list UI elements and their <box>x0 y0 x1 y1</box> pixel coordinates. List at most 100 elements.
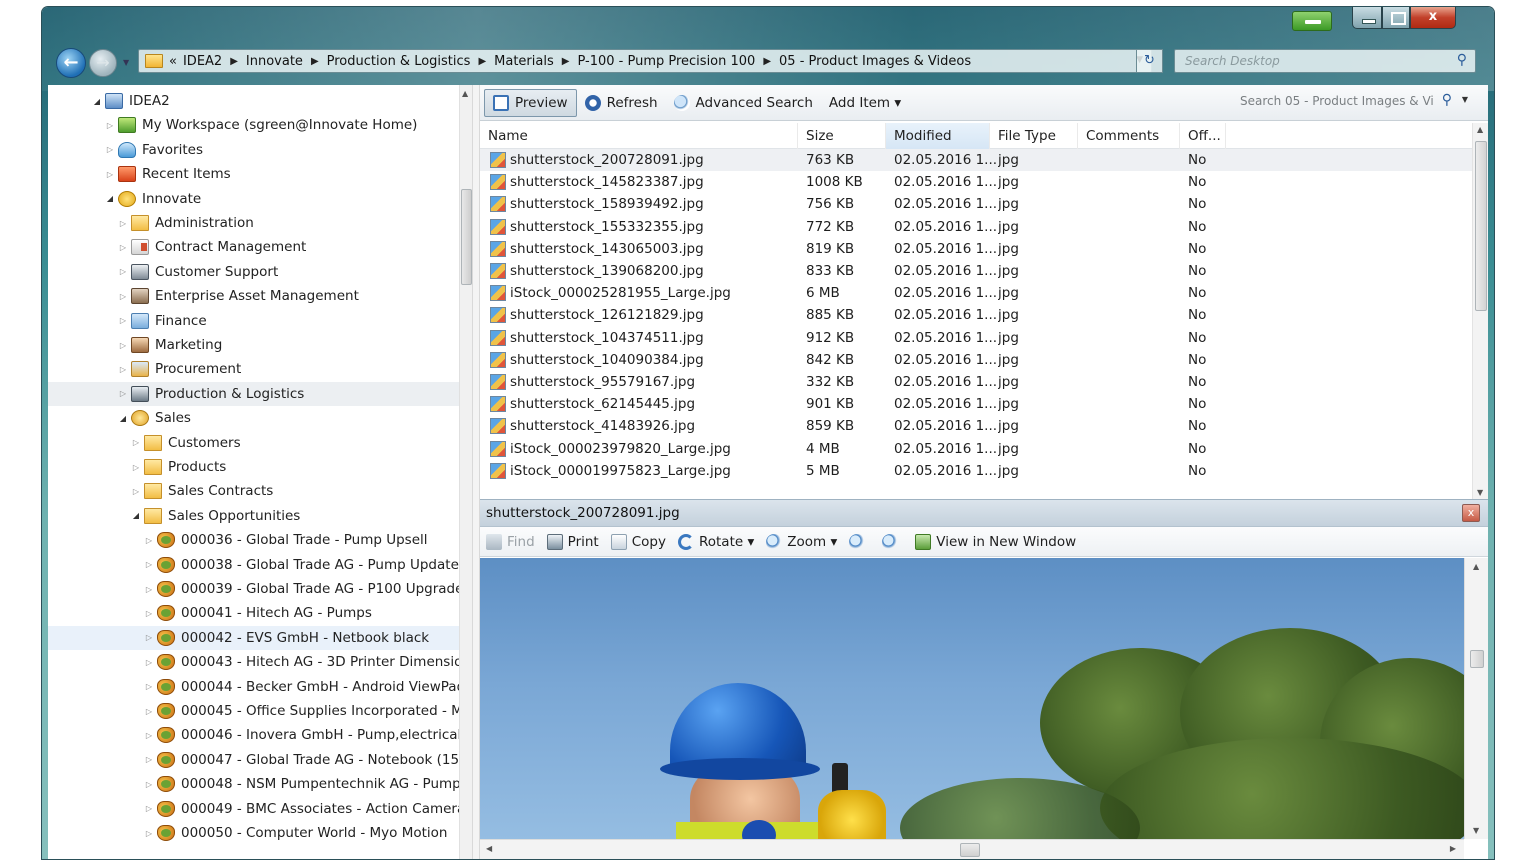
expand-arrow-icon[interactable]: ▷ <box>144 804 154 813</box>
expand-arrow-icon[interactable]: ▷ <box>144 829 154 838</box>
folder-search-input[interactable]: Search 05 - Product Images & Vi ⚲ ▼ <box>1236 91 1468 113</box>
tree-item[interactable]: ▷ Finance <box>48 309 472 333</box>
preview-vertical-scrollbar[interactable]: ▲ ▼ <box>1464 558 1488 839</box>
address-refresh-button[interactable]: ↻ <box>1136 49 1163 73</box>
preview-horizontal-scrollbar[interactable]: ◀ ▶ <box>480 839 1464 859</box>
column-size[interactable]: Size <box>798 123 886 149</box>
expand-arrow-icon[interactable]: ▷ <box>105 145 115 154</box>
table-row[interactable]: shutterstock_95579167.jpg 332 KB 02.05.201… <box>480 371 1476 393</box>
expand-arrow-icon[interactable]: ▷ <box>131 487 141 496</box>
tree-item[interactable]: ▷ Procurement <box>48 357 472 381</box>
tree-item[interactable]: ▷ 000050 - Computer World - Myo Motion <box>48 821 472 845</box>
tree-item[interactable]: ▷ Contract Management <box>48 235 472 259</box>
breadcrumb-materials[interactable]: Materials <box>494 54 554 69</box>
tree-item[interactable]: ▷ Customers <box>48 431 472 455</box>
column-name[interactable]: Name <box>480 123 798 149</box>
table-row[interactable]: iStock_000025281955_Large.jpg 6 MB 02.05.2… <box>480 282 1476 304</box>
expand-arrow-icon[interactable]: ▷ <box>144 707 154 716</box>
tree-item[interactable]: ▷ My Workspace (sgreen@Innovate Home) <box>48 113 472 137</box>
view-in-new-window-button[interactable]: View in New Window <box>909 533 1082 550</box>
chevron-right-icon[interactable]: ▶ <box>478 56 486 67</box>
table-row[interactable]: shutterstock_139068200.jpg 833 KB 02.05.20… <box>480 260 1476 282</box>
table-row[interactable]: shutterstock_145823387.jpg 1008 KB 02.05.2… <box>480 171 1476 193</box>
tree-item[interactable]: ▷ 000042 - EVS GmbH - Netbook black <box>48 625 472 650</box>
add-item-button[interactable]: Add Item ▾ <box>821 89 909 117</box>
tree-item[interactable]: ▷ 000039 - Global Trade AG - P100 Upgrade <box>48 577 472 601</box>
expand-arrow-icon[interactable]: ▷ <box>144 536 154 545</box>
chevron-right-icon[interactable]: ▶ <box>230 56 238 67</box>
search-icon[interactable]: ⚲ <box>1457 52 1467 68</box>
search-input[interactable]: Search Desktop ⚲ <box>1174 49 1476 73</box>
expand-arrow-icon[interactable]: ▷ <box>144 780 154 789</box>
expand-arrow-icon[interactable]: ▷ <box>144 633 154 642</box>
breadcrumb-idea2[interactable]: IDEA2 <box>183 54 222 69</box>
list-scrollbar[interactable]: ▲ ▼ <box>1472 123 1488 499</box>
back-button[interactable]: ← <box>56 48 86 78</box>
tree-item[interactable]: ▷ 000048 - NSM Pumpentechnik AG - Pump <box>48 772 472 796</box>
scroll-up-icon[interactable]: ▲ <box>1477 125 1483 134</box>
expand-arrow-icon[interactable]: ▷ <box>144 755 154 764</box>
tree-scrollbar[interactable]: ▲ <box>459 85 472 859</box>
scroll-up-icon[interactable]: ▲ <box>1473 562 1479 571</box>
tree-item[interactable]: ▷ Favorites <box>48 138 472 162</box>
scroll-up-icon[interactable]: ▲ <box>462 89 468 98</box>
collapse-arrow-icon[interactable]: ◢ <box>92 97 102 106</box>
scroll-right-icon[interactable]: ▶ <box>1450 844 1456 853</box>
minimize-button[interactable] <box>1352 7 1382 29</box>
expand-arrow-icon[interactable]: ▷ <box>118 389 128 398</box>
zoom-button[interactable]: Zoom ▾ <box>760 533 843 550</box>
tree-item[interactable]: ▷ Production & Logistics <box>48 381 472 406</box>
expand-arrow-icon[interactable]: ▷ <box>105 170 115 179</box>
column-file-type[interactable]: File Type <box>990 123 1078 149</box>
expand-arrow-icon[interactable]: ▷ <box>118 243 128 252</box>
tree-item[interactable]: ◢ IDEA2 <box>48 89 472 113</box>
expand-arrow-icon[interactable]: ▷ <box>105 121 115 130</box>
zoom-in-button[interactable] <box>843 533 876 550</box>
expand-arrow-icon[interactable]: ▷ <box>118 267 128 276</box>
recent-pages-dropdown[interactable]: ▼ <box>123 58 133 68</box>
pane-splitter[interactable] <box>472 85 480 859</box>
tree-item[interactable]: ▷ Products <box>48 455 472 479</box>
scroll-down-icon[interactable]: ▼ <box>1477 488 1483 497</box>
tree-item[interactable]: ▷ Customer Support <box>48 260 472 284</box>
tree-item[interactable]: ▷ Enterprise Asset Management <box>48 284 472 308</box>
zoom-out-button[interactable] <box>876 533 909 550</box>
breadcrumb-innovate[interactable]: Innovate <box>246 54 303 69</box>
tree-item[interactable]: ◢ Innovate <box>48 187 472 211</box>
tree-item[interactable]: ▷ 000036 - Global Trade - Pump Upsell <box>48 528 472 552</box>
expand-arrow-icon[interactable]: ▷ <box>118 365 128 374</box>
network-status-icon[interactable] <box>1292 11 1332 31</box>
tree-item[interactable]: ▷ Sales Contracts <box>48 479 472 503</box>
scroll-left-icon[interactable]: ◀ <box>486 844 492 853</box>
advanced-search-button[interactable]: Advanced Search <box>666 89 821 117</box>
address-overflow[interactable]: « <box>169 54 177 69</box>
table-row[interactable]: iStock_000019975823_Large.jpg 5 MB 02.05.2… <box>480 460 1476 482</box>
copy-button[interactable]: Copy <box>605 533 672 550</box>
breadcrumb-p100[interactable]: P-100 - Pump Precision 100 <box>577 54 755 69</box>
chevron-right-icon[interactable]: ▶ <box>763 56 771 67</box>
tree-item[interactable]: ▷ 000043 - Hitech AG - 3D Printer Dimensi… <box>48 650 472 674</box>
expand-arrow-icon[interactable]: ▷ <box>131 463 141 472</box>
column-modified[interactable]: Modified <box>886 123 990 149</box>
breadcrumb-production-logistics[interactable]: Production & Logistics <box>327 54 471 69</box>
search-icon[interactable]: ⚲ <box>1442 92 1452 108</box>
tree-item[interactable]: ▷ Recent Items <box>48 162 472 186</box>
collapse-arrow-icon[interactable]: ◢ <box>105 194 115 203</box>
expand-arrow-icon[interactable]: ▷ <box>144 609 154 618</box>
refresh-button[interactable]: Refresh <box>577 89 666 117</box>
tree-scroll-thumb[interactable] <box>461 189 472 285</box>
table-row[interactable]: shutterstock_143065003.jpg 819 KB 02.05.20… <box>480 238 1476 260</box>
expand-arrow-icon[interactable]: ▷ <box>118 341 128 350</box>
table-row[interactable]: shutterstock_126121829.jpg 885 KB 02.05.20… <box>480 304 1476 326</box>
preview-hscroll-thumb[interactable] <box>960 843 980 857</box>
chevron-right-icon[interactable]: ▶ <box>562 56 570 67</box>
collapse-arrow-icon[interactable]: ◢ <box>131 511 141 520</box>
table-row[interactable]: shutterstock_200728091.jpg 763 KB 02.05.20… <box>480 149 1476 171</box>
close-preview-button[interactable]: x <box>1462 504 1480 522</box>
chevron-down-icon[interactable]: ▼ <box>1462 95 1468 104</box>
chevron-right-icon[interactable]: ▶ <box>311 56 319 67</box>
tree-item[interactable]: ▷ 000046 - Inovera GmbH - Pump,electrical <box>48 723 472 747</box>
expand-arrow-icon[interactable]: ▷ <box>118 219 128 228</box>
tree-item[interactable]: ▷ 000049 - BMC Associates - Action Camera <box>48 797 472 821</box>
scroll-down-icon[interactable]: ▼ <box>1473 826 1479 835</box>
